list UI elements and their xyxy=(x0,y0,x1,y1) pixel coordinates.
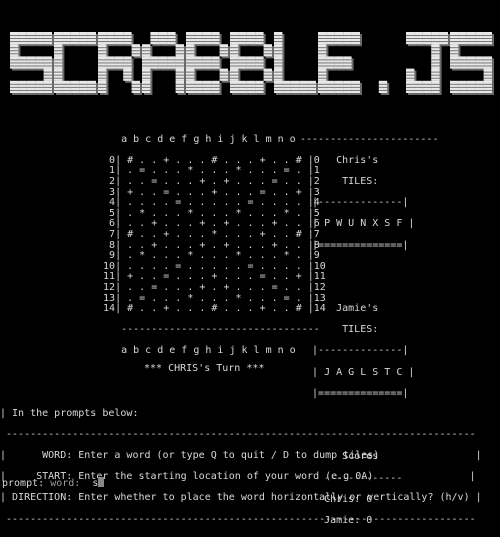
board-grid: 0| # . . + . . . # . . . + . . # |0 1| .… xyxy=(91,155,326,315)
logo-letter-dot xyxy=(360,30,408,96)
logo-letter-s xyxy=(448,30,496,96)
player1-tiles-label: TILES: xyxy=(300,175,379,187)
board-column-footer: a b c d e f g h i j k l m n o xyxy=(91,345,296,357)
logo-letter-s xyxy=(8,30,56,96)
board-row: 14| # . . + . . . # . . . + . . # |14 xyxy=(91,303,326,315)
logo-letter-b xyxy=(184,30,232,96)
prompt-label: prompt: xyxy=(2,477,45,489)
player2-rack: | J A G L S T C | xyxy=(300,366,415,378)
prompt-field-label: word: xyxy=(50,477,81,489)
game-board: a b c d e f g h i j k l m n o 0| # . . +… xyxy=(91,124,326,368)
instructions-bottom-rule: ----------------------------------------… xyxy=(0,513,476,525)
logo-letter-e xyxy=(316,30,364,96)
text-cursor xyxy=(98,476,105,487)
logo-letter-a xyxy=(140,30,188,96)
player1-rack-top: |--------------| xyxy=(300,197,409,209)
board-row: 7| # . . + . . . * . . . + . . # |7 xyxy=(91,228,320,240)
logo-letter-c xyxy=(52,30,100,96)
player2-tiles-label: TILES: xyxy=(300,324,379,336)
logo-letter-j xyxy=(404,30,452,96)
instructions-intro: | In the prompts below: xyxy=(0,407,139,419)
player2-name: Jamie's xyxy=(300,303,379,315)
board-column-header: a b c d e f g h i j k l m n o xyxy=(91,133,296,145)
instruction-direction: | DIRECTION: Enter whether to place the … xyxy=(0,492,482,504)
turn-indicator: *** CHRIS's Turn *** xyxy=(144,363,265,374)
sidebar-top-rule: ----------------------- xyxy=(300,133,439,145)
instruction-word: | WORD: Enter a word (or type Q to quit … xyxy=(0,449,482,461)
board-row: 2| . . = . . . + . + . . . = . . |2 xyxy=(91,175,320,187)
logo-letter-r xyxy=(96,30,144,96)
logo-letter-l xyxy=(272,30,320,96)
player1-rack: | P W U N X S F | xyxy=(300,218,415,230)
player1-name: Chris's xyxy=(300,154,379,166)
board-bottom-rule: --------------------------------- xyxy=(91,324,320,336)
logo-letter-b xyxy=(228,30,276,96)
instructions-top-rule: ----------------------------------------… xyxy=(0,428,476,440)
player2-rack-top: |--------------| xyxy=(300,345,409,357)
board-row: 12| . . = . . . + . + . . . = . . |12 xyxy=(91,281,326,293)
command-prompt[interactable]: prompt: word: s xyxy=(2,466,105,489)
player1-rack-bottom: |==============| xyxy=(300,239,409,251)
